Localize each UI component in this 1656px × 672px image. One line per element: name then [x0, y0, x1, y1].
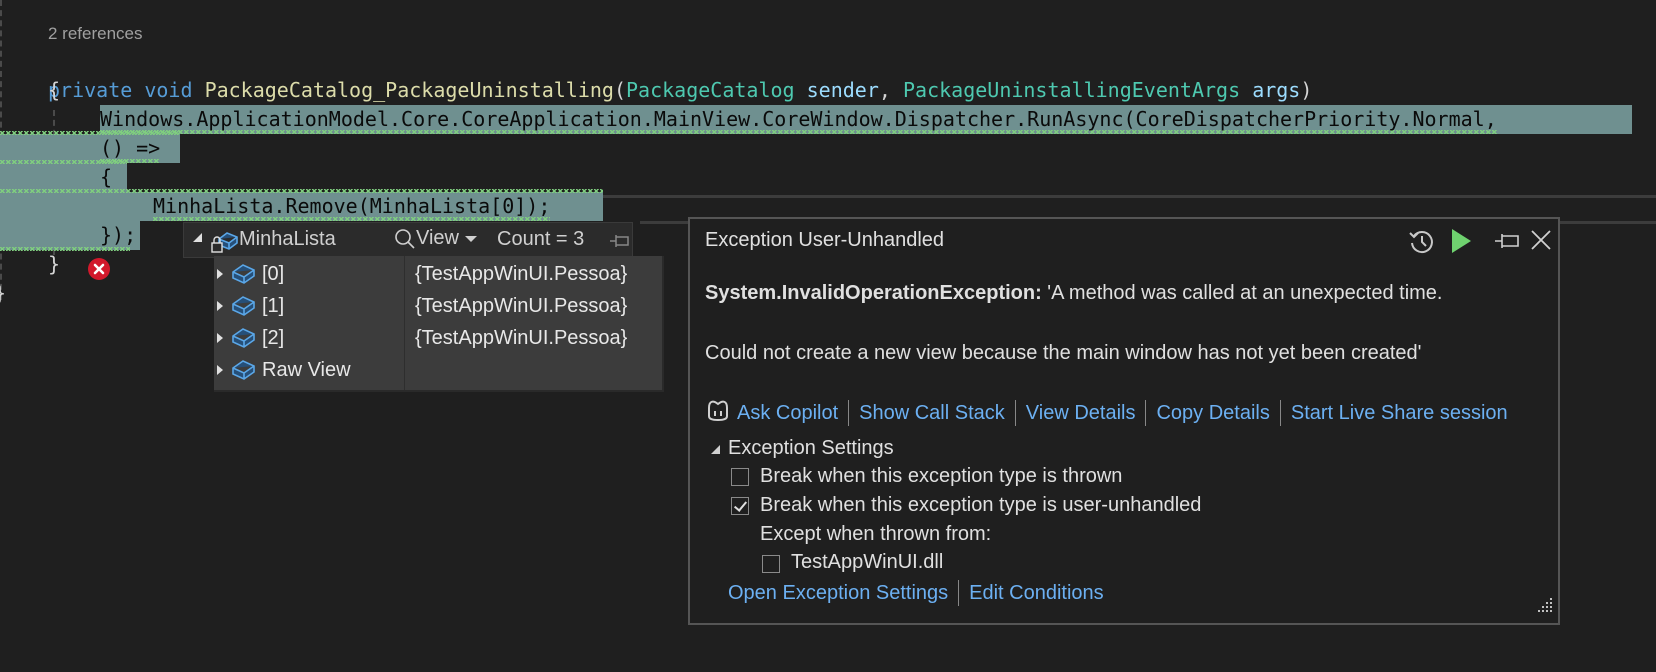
ask-copilot-link[interactable]: Ask Copilot [737, 402, 838, 425]
break-when-thrown-checkbox[interactable] [731, 468, 749, 486]
datatip-row[interactable]: [2] {TestAppWinUI.Pessoa} [214, 322, 662, 354]
paren: ( [613, 78, 627, 102]
datatip-header: MinhaLista View Count = 3 [183, 222, 633, 258]
method-name: PackageCatalog_PackageUninstalling [204, 78, 614, 102]
edit-conditions-link[interactable]: Edit Conditions [969, 582, 1104, 605]
object-icon [232, 296, 255, 316]
error-icon [88, 258, 110, 280]
code-line-dispatch: Windows.ApplicationModel.Core.CoreApplic… [100, 105, 1497, 134]
pin-icon[interactable] [1494, 232, 1520, 255]
copilot-icon [705, 398, 731, 428]
datatip-count: Count = 3 [497, 228, 585, 250]
view-label: View [416, 227, 459, 249]
item-name: Raw View [262, 359, 351, 381]
code-line-method-close: } [48, 252, 61, 276]
except-when-thrown-label: Except when thrown from: [760, 523, 992, 545]
exception-title: Exception User-Unhandled [705, 229, 945, 251]
keyword-void: void [144, 78, 193, 102]
exception-message-line1: 'A method was called at an unexpected ti… [1041, 282, 1443, 304]
pin-icon[interactable] [609, 232, 631, 255]
exception-type: System.InvalidOperationException: [705, 282, 1042, 304]
copy-details-link[interactable]: Copy Details [1156, 402, 1269, 425]
code-line-remove: MinhaLista.Remove(MinhaLista[0]); [153, 192, 551, 221]
exception-message-line2: Could not create a new view because the … [705, 342, 1422, 364]
param-type: PackageUninstallingEventArgs [902, 78, 1241, 102]
error-squiggle [0, 159, 127, 164]
history-icon[interactable] [1408, 228, 1436, 261]
close-icon[interactable] [1530, 229, 1552, 256]
collapse-arrow-icon[interactable] [193, 233, 202, 242]
code-line-signature: private void PackageCatalog_PackageUnins… [48, 47, 1312, 102]
object-icon [232, 264, 255, 284]
object-icon [232, 328, 255, 348]
break-when-user-unhandled-checkbox[interactable] [731, 497, 749, 515]
exception-popup: Exception User-Unhandled System.InvalidO… [688, 217, 1560, 625]
exception-actions: Ask Copilot Show Call Stack View Details… [705, 398, 1508, 428]
module-checkbox[interactable] [762, 555, 780, 573]
collapse-arrow-icon[interactable] [711, 445, 720, 454]
divider [1145, 400, 1147, 426]
keyword-private: private [48, 78, 133, 102]
code-line-class-close: } [0, 279, 6, 308]
open-exception-settings-link[interactable]: Open Exception Settings [728, 582, 948, 605]
break-when-thrown-label[interactable]: Break when this exception type is thrown [760, 465, 1122, 488]
divider [1279, 400, 1281, 426]
error-squiggle [0, 130, 180, 135]
start-live-share-link[interactable]: Start Live Share session [1291, 402, 1508, 425]
item-value: {TestAppWinUI.Pessoa} [415, 263, 628, 285]
item-value: {TestAppWinUI.Pessoa} [415, 295, 628, 317]
param-name: args [1252, 78, 1301, 102]
item-name: [0] [262, 263, 285, 285]
expand-arrow-icon[interactable] [217, 365, 223, 375]
chevron-down-icon [465, 235, 477, 242]
exception-message: System.InvalidOperationException: 'A met… [705, 282, 1442, 305]
error-squiggle [0, 188, 603, 193]
divider [1014, 400, 1016, 426]
expand-arrow-icon[interactable] [217, 333, 223, 343]
divider [958, 580, 960, 606]
error-squiggle [0, 246, 130, 251]
item-value: {TestAppWinUI.Pessoa} [415, 327, 628, 349]
search-icon [395, 228, 415, 249]
item-name: [2] [262, 327, 285, 349]
editor-separator [560, 195, 1656, 198]
exception-settings-header[interactable]: Exception Settings [728, 437, 894, 460]
module-label[interactable]: TestAppWinUI.dll [791, 551, 943, 574]
break-when-user-unhandled-label[interactable]: Break when this exception type is user-u… [760, 494, 1201, 517]
object-icon [232, 360, 255, 380]
exception-footer: Open Exception Settings Edit Conditions [728, 580, 1104, 606]
paren: ) [1300, 78, 1313, 102]
comma: , [878, 78, 903, 102]
code-line-open-brace: { [48, 78, 61, 102]
show-call-stack-link[interactable]: Show Call Stack [859, 402, 1005, 425]
expand-arrow-icon[interactable] [217, 269, 223, 279]
continue-icon[interactable] [1452, 229, 1471, 253]
resize-grip-icon[interactable] [1534, 594, 1554, 619]
param-name: sender [806, 78, 879, 102]
datatip-items: [0] {TestAppWinUI.Pessoa} [1] {TestAppWi… [214, 256, 664, 392]
item-name: [1] [262, 295, 285, 317]
datatip-variable-name: MinhaLista [239, 228, 336, 250]
visualizer-view-button[interactable]: View [394, 227, 477, 250]
divider [848, 400, 850, 426]
view-details-link[interactable]: View Details [1026, 402, 1136, 425]
code-lens-references[interactable]: 2 references [48, 24, 143, 44]
param-type: PackageCatalog [626, 78, 795, 102]
datatip-row[interactable]: [1] {TestAppWinUI.Pessoa} [214, 290, 662, 322]
expand-arrow-icon[interactable] [217, 301, 223, 311]
datatip-row[interactable]: [0] {TestAppWinUI.Pessoa} [214, 258, 662, 290]
datatip-row-raw-view[interactable]: Raw View [214, 354, 662, 386]
